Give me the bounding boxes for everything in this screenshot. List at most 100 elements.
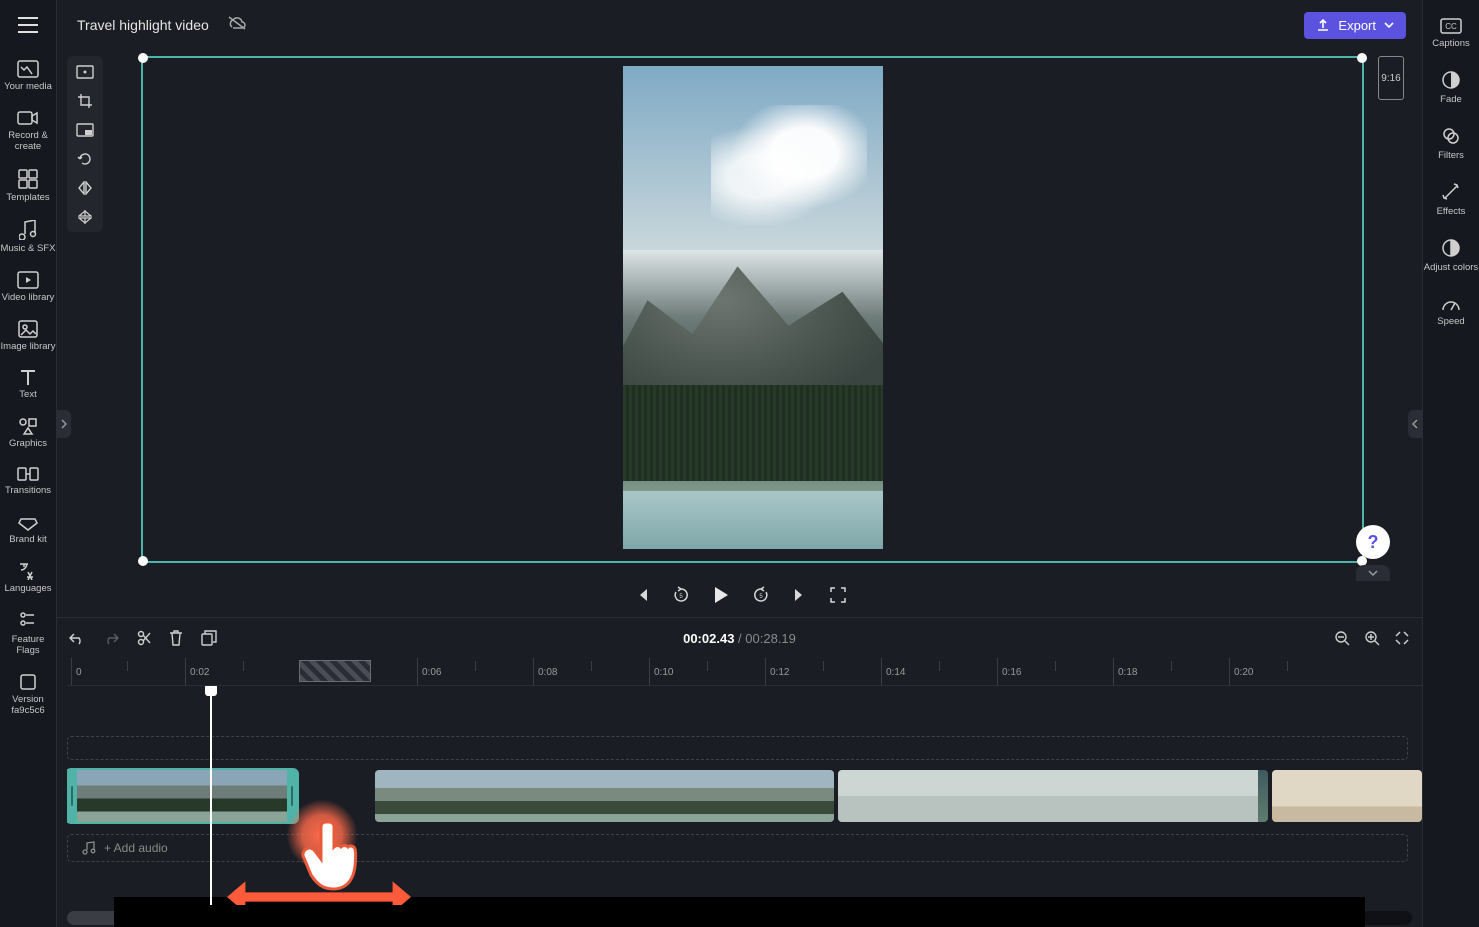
sidebar-item-languages[interactable]: Languages (0, 552, 57, 601)
expand-right-panel-handle[interactable] (1408, 410, 1422, 438)
video-preview-frame (623, 66, 883, 549)
sidebar-label: Text (19, 390, 36, 401)
aspect-ratio-button[interactable]: 9:16 (1378, 56, 1404, 100)
prev-clip-button[interactable] (634, 587, 650, 603)
video-clip-2[interactable] (375, 770, 835, 822)
forward-button[interactable]: 5 (752, 586, 770, 604)
redo-button[interactable] (103, 631, 119, 645)
overlay-track-placeholder[interactable] (67, 736, 1408, 760)
right-label: Captions (1432, 39, 1470, 50)
right-item-speed[interactable]: Speed (1423, 282, 1479, 336)
sidebar-item-templates[interactable]: Templates (0, 159, 57, 210)
rotate-tool[interactable] (71, 149, 99, 168)
right-item-filters[interactable]: Filters (1423, 114, 1479, 170)
sidebar-item-music-sfx[interactable]: Music & SFX (0, 210, 57, 261)
skip-prev-icon (634, 587, 650, 603)
delete-button[interactable] (169, 630, 183, 646)
collapse-timeline-handle[interactable] (1356, 565, 1390, 581)
ruler-tick: 0:06 (422, 667, 441, 678)
rewind-button[interactable]: 5 (672, 586, 690, 604)
sidebar-item-feature-flags[interactable]: Feature Flags (0, 601, 57, 663)
sidebar-item-record-create[interactable]: Record & create (0, 99, 57, 159)
hamburger-icon (18, 17, 38, 33)
project-title[interactable]: Travel highlight video (77, 17, 209, 33)
fullscreen-button[interactable] (830, 587, 846, 603)
music-icon (19, 220, 37, 240)
redo-icon (103, 631, 119, 645)
next-clip-button[interactable] (792, 587, 808, 603)
flip-v-tool[interactable] (71, 207, 99, 226)
video-clip-1[interactable]: 60fps Aerial of Athabasca River in Jaspe… (67, 770, 297, 822)
resize-handle-bl[interactable] (138, 556, 148, 566)
fit-icon (76, 65, 94, 79)
pip-icon (76, 123, 94, 137)
right-item-fade[interactable]: Fade (1423, 58, 1479, 114)
undo-icon (69, 631, 85, 645)
sidebar-item-transitions[interactable]: Transitions (0, 456, 57, 503)
sidebar-item-version[interactable]: Version fa9c5c6 (0, 663, 57, 723)
play-button[interactable] (712, 585, 730, 605)
right-label: Effects (1437, 207, 1466, 218)
menu-button[interactable] (0, 0, 57, 50)
add-audio-label: + Add audio (104, 841, 168, 855)
timeline-tracks[interactable]: 60fps Aerial of Athabasca River in Jaspe… (67, 686, 1422, 905)
chevron-down-icon (1384, 22, 1394, 28)
sidebar-item-brand-kit[interactable]: Brand kit (0, 503, 57, 552)
ruler-tick: 0:14 (886, 667, 905, 678)
clip-trim-right[interactable] (287, 770, 297, 822)
sidebar-label: Feature Flags (0, 635, 57, 657)
captions-icon: CC (1440, 18, 1462, 34)
sidebar-item-graphics[interactable]: Graphics (0, 407, 57, 456)
templates-icon (18, 169, 38, 189)
right-item-captions[interactable]: CC Captions (1423, 6, 1479, 58)
zoom-out-button[interactable] (1334, 630, 1350, 646)
ruler-tick: 0:16 (1002, 667, 1021, 678)
fit-tool[interactable] (71, 62, 99, 81)
audio-track[interactable]: + Add audio (67, 834, 1408, 862)
forward-icon: 5 (752, 586, 770, 604)
chevron-down-icon (1368, 570, 1378, 576)
help-button[interactable]: ? (1356, 525, 1390, 559)
cloud-off-icon (227, 15, 247, 31)
right-item-effects[interactable]: Effects (1423, 170, 1479, 226)
gap-indicator[interactable] (299, 660, 371, 682)
text-icon (19, 368, 37, 386)
resize-handle-tr[interactable] (1357, 53, 1367, 63)
preview-canvas[interactable]: 9:16 ? (103, 50, 1422, 573)
export-button[interactable]: Export (1304, 12, 1406, 39)
ruler-tick: 0:18 (1118, 667, 1137, 678)
duplicate-button[interactable] (201, 630, 217, 646)
question-mark-icon: ? (1368, 532, 1379, 553)
svg-text:5: 5 (679, 594, 683, 600)
crop-tool[interactable] (71, 91, 99, 110)
ruler-tick: 0:10 (654, 667, 673, 678)
right-item-adjust-colors[interactable]: Adjust colors (1423, 226, 1479, 282)
sidebar-item-text[interactable]: Text (0, 358, 57, 407)
zoom-in-button[interactable] (1364, 630, 1380, 646)
clip-trim-left[interactable] (67, 770, 77, 822)
pip-tool[interactable] (71, 120, 99, 139)
resize-handle-tl[interactable] (138, 53, 148, 63)
flip-vertical-icon (78, 209, 92, 225)
cloud-sync-button[interactable] (227, 15, 247, 36)
sidebar-label: Your media (4, 82, 52, 93)
zoom-in-icon (1364, 630, 1380, 646)
flip-horizontal-icon (77, 181, 93, 195)
selection-box[interactable] (141, 56, 1364, 563)
sidebar-item-video-library[interactable]: Video library (0, 261, 57, 310)
current-time: 00:02.43 (683, 631, 734, 646)
zoom-fit-button[interactable] (1394, 630, 1410, 646)
sidebar-label: Languages (4, 584, 51, 595)
rotate-icon (77, 151, 93, 167)
timeline-ruler[interactable]: 0 0:02 0:06 0:08 0:10 0:12 0:14 0:16 0:1… (67, 658, 1422, 686)
sidebar-item-image-library[interactable]: Image library (0, 310, 57, 359)
ruler-tick: 0 (76, 667, 82, 678)
undo-button[interactable] (69, 631, 85, 645)
split-button[interactable] (137, 630, 151, 646)
video-clip-3[interactable] (838, 770, 1268, 822)
video-clip-4[interactable] (1272, 770, 1422, 822)
rewind-icon: 5 (672, 586, 690, 604)
sidebar-item-your-media[interactable]: Your media (0, 50, 57, 99)
flip-h-tool[interactable] (71, 178, 99, 197)
playhead[interactable] (210, 686, 212, 905)
